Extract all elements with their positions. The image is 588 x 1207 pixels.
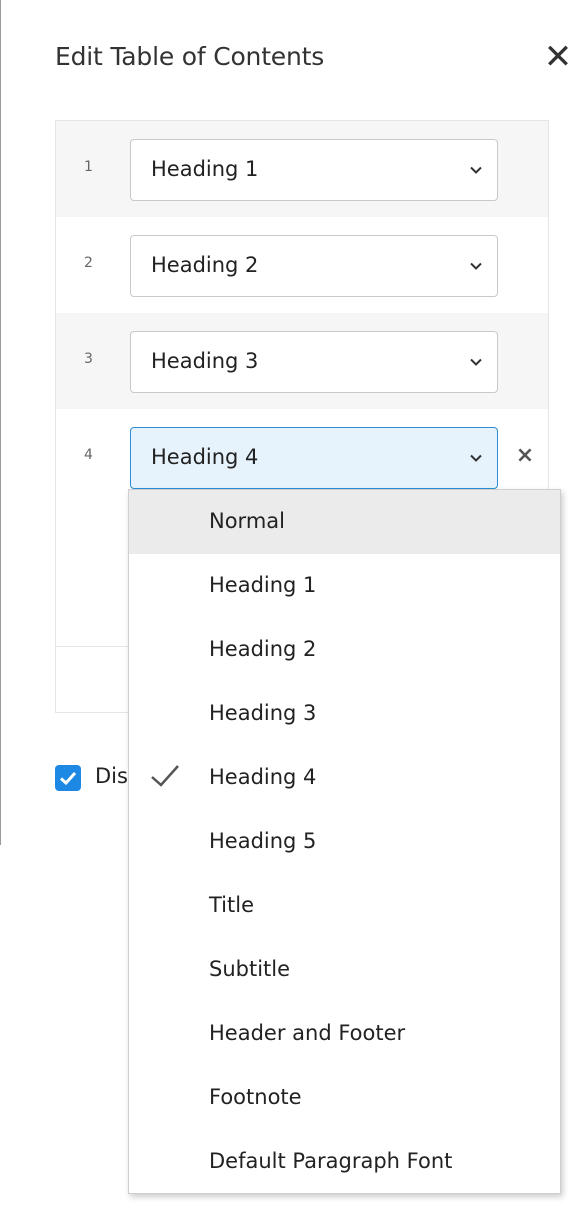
dropdown-option[interactable]: Header and Footer — [129, 1002, 560, 1066]
dropdown-option[interactable]: Heading 2 — [129, 618, 560, 682]
level-row-3: 3 Heading 3 — [56, 313, 548, 409]
dialog-title: Edit Table of Contents — [55, 42, 325, 71]
style-dropdown-menu: Normal Heading 1 Heading 2 Heading 3 Hea… — [128, 489, 561, 1194]
close-icon[interactable]: ✕ — [541, 40, 575, 74]
display-checkbox[interactable] — [55, 765, 81, 791]
dropdown-option[interactable]: Title — [129, 874, 560, 938]
level-row-1: 1 Heading 1 — [56, 121, 548, 217]
level-1-style-select[interactable]: Heading 1 — [130, 139, 498, 201]
dropdown-option[interactable]: Normal — [129, 490, 560, 554]
level-number: 1 — [84, 159, 93, 175]
dropdown-option[interactable]: Footnote — [129, 1066, 560, 1130]
option-label: Heading 3 — [209, 701, 317, 725]
option-label: Heading 4 — [209, 765, 317, 789]
level-number: 2 — [84, 255, 93, 271]
level-2-style-select[interactable]: Heading 2 — [130, 235, 498, 297]
option-label: Header and Footer — [209, 1021, 406, 1045]
level-number: 4 — [84, 447, 93, 463]
level-3-style-select[interactable]: Heading 3 — [130, 331, 498, 393]
dropdown-option-selected[interactable]: Heading 4 — [129, 746, 560, 810]
dropdown-option[interactable]: Heading 3 — [129, 682, 560, 746]
option-label: Normal — [209, 509, 285, 533]
chevron-down-icon — [470, 166, 482, 174]
checkmark-icon — [151, 765, 179, 787]
display-checkbox-label: Dis — [95, 764, 128, 788]
dropdown-option[interactable]: Subtitle — [129, 938, 560, 1002]
level-2-style-value: Heading 2 — [151, 253, 259, 277]
dropdown-option[interactable]: Default Paragraph Font — [129, 1130, 560, 1193]
chevron-down-icon — [470, 454, 482, 462]
level-row-2: 2 Heading 2 — [56, 217, 548, 313]
dropdown-option[interactable]: Heading 1 — [129, 554, 560, 618]
level-1-style-value: Heading 1 — [151, 157, 259, 181]
option-label: Footnote — [209, 1085, 302, 1109]
chevron-down-icon — [470, 358, 482, 366]
option-label: Subtitle — [209, 957, 291, 981]
checkmark-icon — [59, 771, 77, 786]
remove-icon[interactable]: × — [512, 443, 538, 469]
option-label: Title — [209, 893, 255, 917]
chevron-down-icon — [470, 262, 482, 270]
option-label: Default Paragraph Font — [209, 1149, 453, 1173]
dropdown-option[interactable]: Heading 5 — [129, 810, 560, 874]
level-number: 3 — [84, 351, 93, 367]
level-4-style-value: Heading 4 — [151, 445, 259, 469]
level-4-style-select[interactable]: Heading 4 — [130, 427, 498, 489]
option-label: Heading 1 — [209, 573, 317, 597]
level-3-style-value: Heading 3 — [151, 349, 259, 373]
option-label: Heading 2 — [209, 637, 317, 661]
option-label: Heading 5 — [209, 829, 317, 853]
